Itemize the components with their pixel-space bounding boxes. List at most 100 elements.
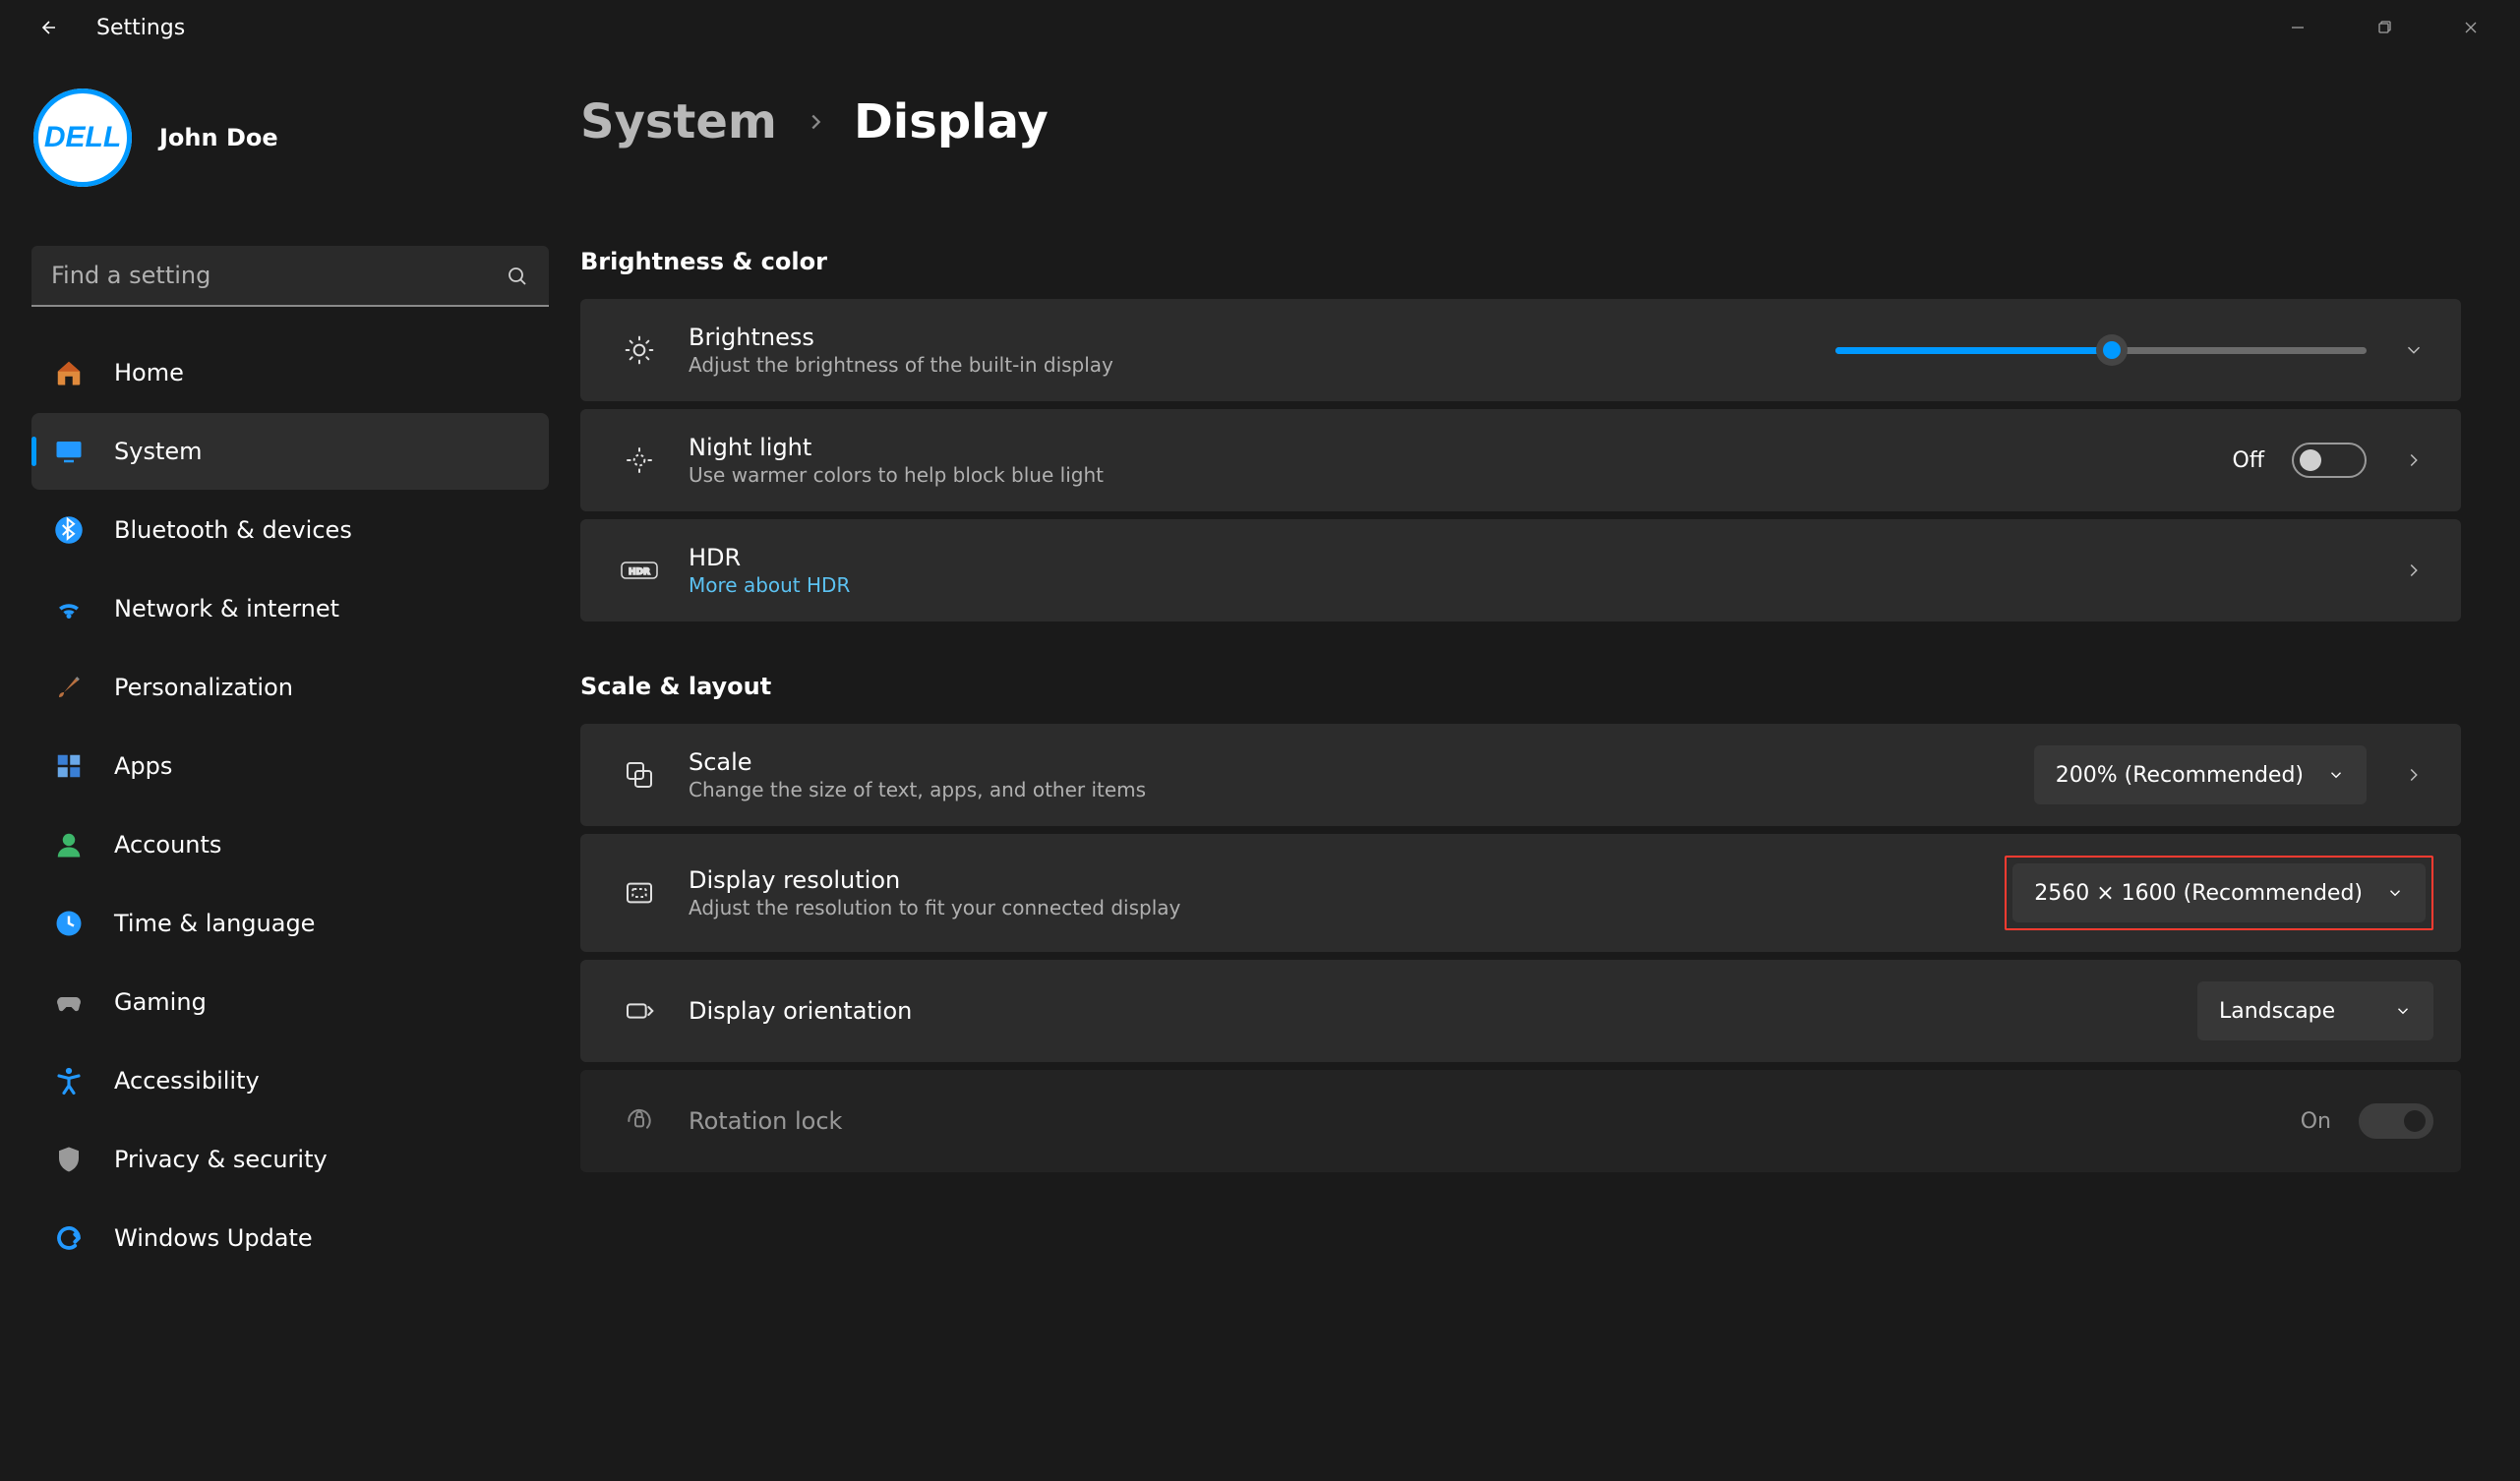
scale-select[interactable]: 200% (Recommended): [2034, 745, 2367, 804]
card-subtitle: Change the size of text, apps, and other…: [689, 778, 1146, 801]
card-title: Brightness: [689, 324, 1113, 351]
sun-icon: [614, 334, 665, 366]
chevron-right-icon[interactable]: [2394, 560, 2433, 581]
nav-label: Network & internet: [114, 595, 339, 622]
back-button[interactable]: [33, 14, 61, 41]
breadcrumb-current: Display: [854, 94, 1049, 149]
search-input[interactable]: [31, 246, 549, 307]
card-title: Rotation lock: [689, 1107, 842, 1135]
app-title: Settings: [96, 16, 185, 40]
resolution-icon: [614, 877, 665, 909]
chevron-right-icon: [805, 111, 826, 133]
nav-label: Accounts: [114, 831, 221, 859]
card-subtitle: Use warmer colors to help block blue lig…: [689, 463, 1104, 487]
card-subtitle: Adjust the resolution to fit your connec…: [689, 896, 1180, 919]
select-value: 2560 × 1600 (Recommended): [2034, 881, 2363, 906]
nav-label: Time & language: [114, 910, 315, 937]
chevron-right-icon[interactable]: [2394, 449, 2433, 471]
nav-label: Gaming: [114, 988, 207, 1016]
card-resolution[interactable]: Display resolution Adjust the resolution…: [580, 834, 2461, 952]
brightness-slider[interactable]: [1835, 347, 2367, 354]
gamepad-icon: [51, 984, 87, 1020]
system-icon: [51, 434, 87, 469]
minimize-button[interactable]: [2254, 3, 2341, 52]
nav-item-gaming[interactable]: Gaming: [31, 964, 549, 1040]
nav-list: Home System Bluetooth & devices Network …: [31, 334, 549, 1278]
card-orientation[interactable]: Display orientation Landscape: [580, 960, 2461, 1062]
chevron-down-icon: [2394, 1002, 2412, 1020]
chevron-down-icon[interactable]: [2394, 339, 2433, 361]
resolution-highlight: 2560 × 1600 (Recommended): [2005, 856, 2433, 930]
svg-text:HDR: HDR: [629, 567, 650, 577]
nav-label: Privacy & security: [114, 1146, 328, 1173]
chevron-down-icon: [2327, 766, 2345, 784]
chevron-right-icon[interactable]: [2394, 764, 2433, 786]
card-brightness[interactable]: Brightness Adjust the brightness of the …: [580, 299, 2461, 401]
avatar: DELL: [33, 89, 132, 187]
card-scale[interactable]: Scale Change the size of text, apps, and…: [580, 724, 2461, 826]
main-panel: System Display Brightness & color Bright…: [580, 55, 2520, 1481]
card-night-light[interactable]: Night light Use warmer colors to help bl…: [580, 409, 2461, 511]
breadcrumb-parent[interactable]: System: [580, 94, 777, 149]
close-button[interactable]: [2428, 3, 2514, 52]
nav-label: Apps: [114, 752, 172, 780]
nav-label: Windows Update: [114, 1224, 313, 1252]
night-light-toggle[interactable]: [2292, 443, 2367, 478]
nav-label: Personalization: [114, 674, 293, 701]
update-icon: [51, 1220, 87, 1256]
hdr-icon: HDR: [614, 559, 665, 582]
nav-label: Accessibility: [114, 1067, 260, 1095]
nav-item-network[interactable]: Network & internet: [31, 570, 549, 647]
nav-item-personalization[interactable]: Personalization: [31, 649, 549, 726]
select-value: Landscape: [2219, 999, 2335, 1024]
card-title: Display resolution: [689, 866, 1180, 894]
rotation-lock-toggle: [2359, 1103, 2433, 1139]
bluetooth-icon: [51, 512, 87, 548]
breadcrumb: System Display: [580, 94, 2461, 149]
card-subtitle: Adjust the brightness of the built-in di…: [689, 353, 1113, 377]
wifi-icon: [51, 591, 87, 626]
nav-item-apps[interactable]: Apps: [31, 728, 549, 804]
card-title: Scale: [689, 748, 1146, 776]
search-box[interactable]: [31, 246, 549, 307]
apps-icon: [51, 748, 87, 784]
scale-icon: [614, 759, 665, 791]
orientation-select[interactable]: Landscape: [2197, 981, 2433, 1040]
accessibility-icon: [51, 1063, 87, 1098]
clock-icon: [51, 906, 87, 941]
chevron-down-icon: [2386, 884, 2404, 902]
titlebar: Settings: [0, 0, 2520, 55]
toggle-status: On: [2301, 1109, 2331, 1134]
section-brightness-title: Brightness & color: [580, 248, 2461, 275]
nav-item-home[interactable]: Home: [31, 334, 549, 411]
brush-icon: [51, 670, 87, 705]
lock-icon: [614, 1105, 665, 1137]
shield-icon: [51, 1142, 87, 1177]
section-scale-title: Scale & layout: [580, 673, 2461, 700]
home-icon: [51, 355, 87, 390]
profile-name: John Doe: [159, 124, 278, 151]
resolution-select[interactable]: 2560 × 1600 (Recommended): [2012, 863, 2426, 922]
nav-item-update[interactable]: Windows Update: [31, 1200, 549, 1276]
nav-label: Home: [114, 359, 184, 386]
nav-item-time[interactable]: Time & language: [31, 885, 549, 962]
nav-item-accessibility[interactable]: Accessibility: [31, 1042, 549, 1119]
nav-item-system[interactable]: System: [31, 413, 549, 490]
maximize-button[interactable]: [2341, 3, 2428, 52]
hdr-link[interactable]: More about HDR: [689, 573, 850, 597]
nav-item-accounts[interactable]: Accounts: [31, 806, 549, 883]
card-title: HDR: [689, 544, 850, 571]
card-title: Display orientation: [689, 997, 912, 1025]
card-title: Night light: [689, 434, 1104, 461]
search-icon: [506, 265, 529, 288]
select-value: 200% (Recommended): [2056, 763, 2304, 788]
card-rotation-lock: Rotation lock On: [580, 1070, 2461, 1172]
profile-block[interactable]: DELL John Doe: [33, 89, 549, 187]
nav-item-privacy[interactable]: Privacy & security: [31, 1121, 549, 1198]
card-hdr[interactable]: HDR HDR More about HDR: [580, 519, 2461, 622]
nav-label: System: [114, 438, 203, 465]
toggle-status: Off: [2233, 448, 2264, 473]
person-icon: [51, 827, 87, 862]
nav-item-bluetooth[interactable]: Bluetooth & devices: [31, 492, 549, 568]
night-light-icon: [614, 444, 665, 476]
